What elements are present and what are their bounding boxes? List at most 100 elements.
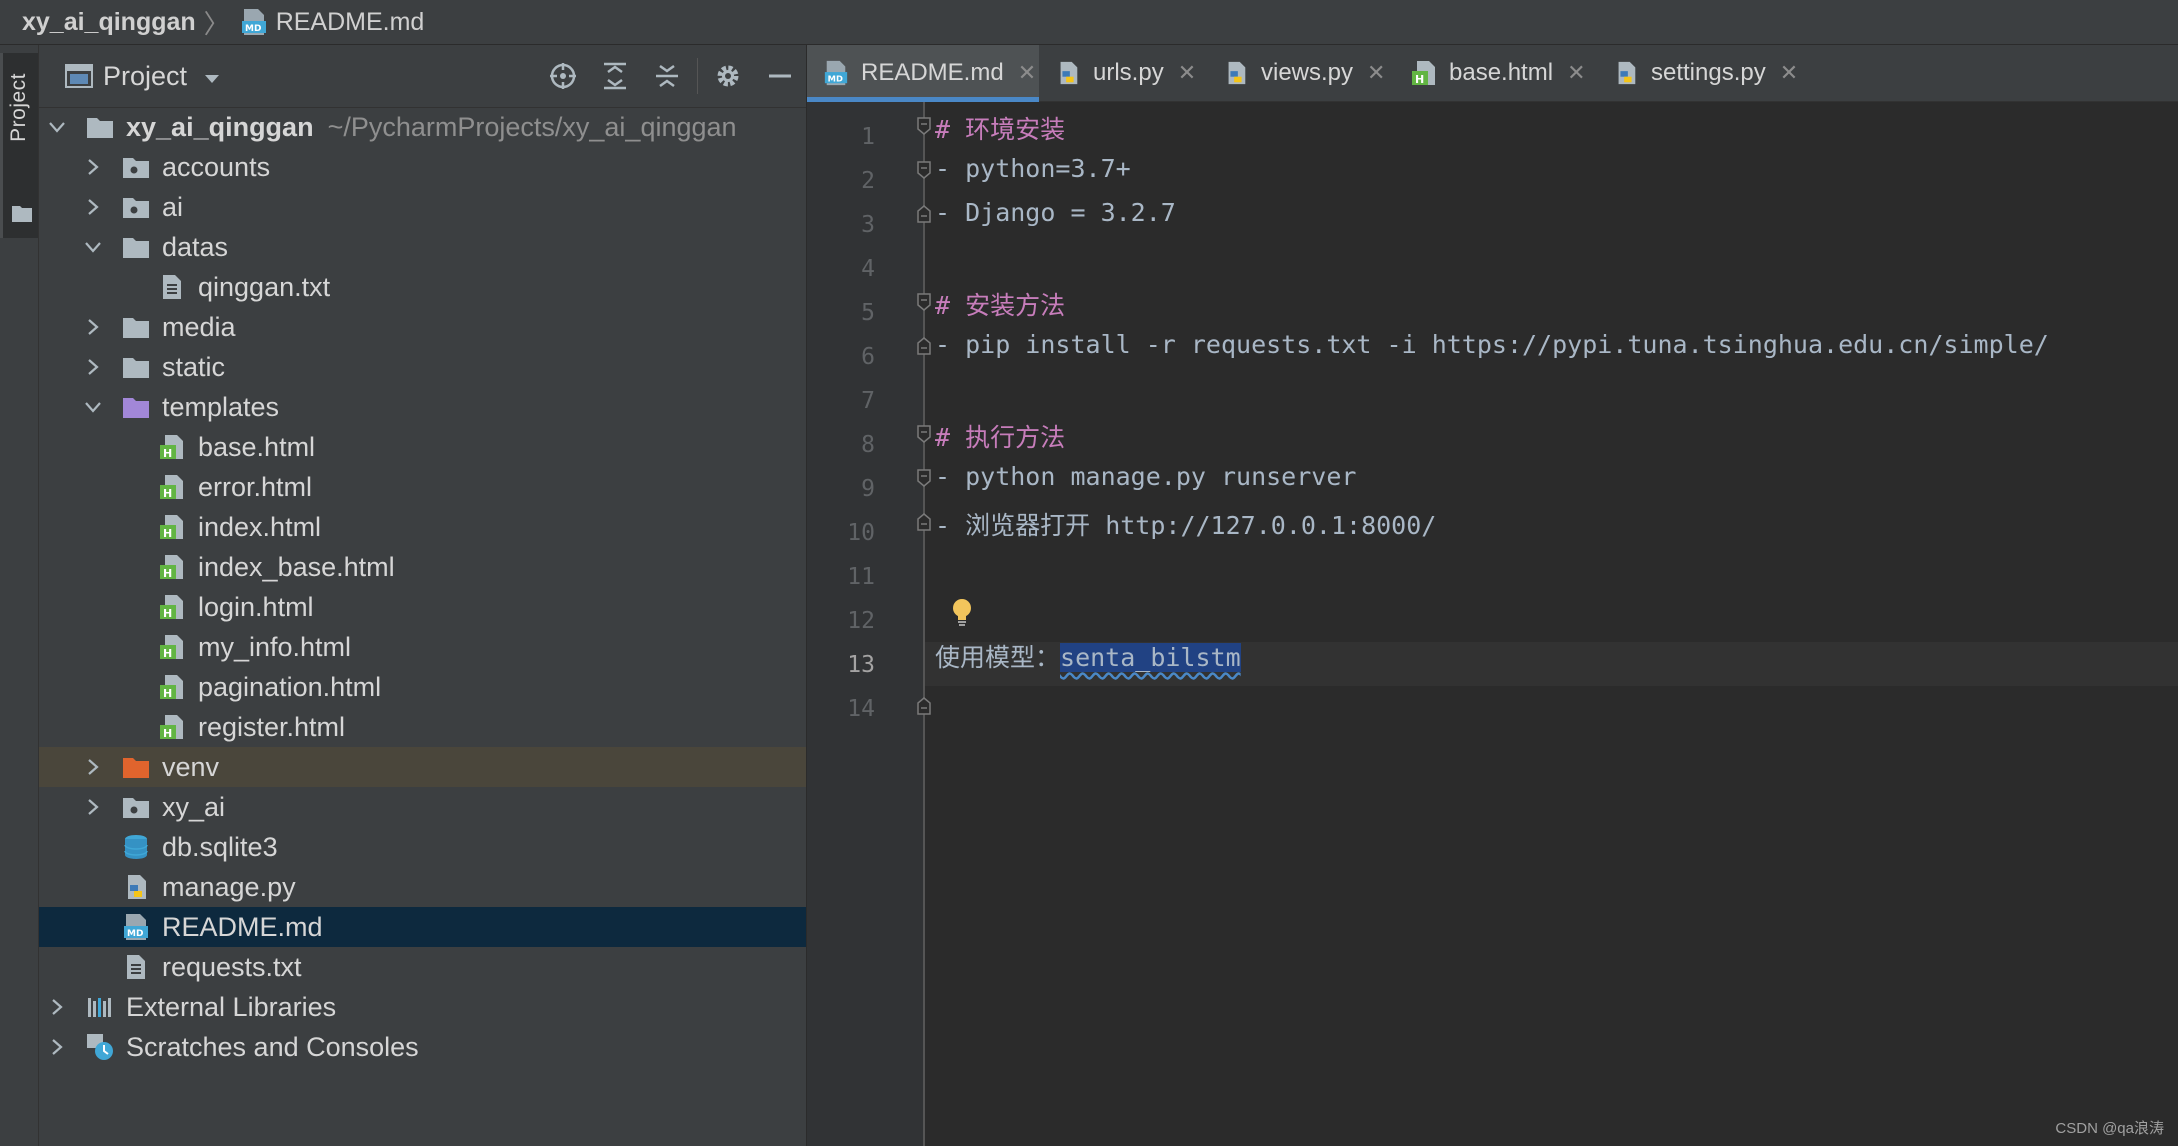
fold-marker-icon[interactable] bbox=[916, 293, 932, 311]
tree-label: qinggan.txt bbox=[198, 271, 331, 302]
markdown-file-icon: MD bbox=[241, 9, 266, 35]
chevron-right-icon[interactable] bbox=[83, 757, 103, 777]
expand-all-icon[interactable] bbox=[589, 45, 641, 107]
locate-file-icon[interactable] bbox=[537, 45, 589, 107]
lightbulb-icon[interactable] bbox=[949, 597, 975, 629]
folder-icon bbox=[121, 352, 151, 382]
close-icon[interactable]: ✕ bbox=[1018, 60, 1036, 86]
line-number: 10 bbox=[847, 520, 875, 546]
chevron-right-icon[interactable] bbox=[47, 1037, 67, 1057]
html-file-icon: H bbox=[157, 672, 187, 702]
tab-readme-md[interactable]: MD README.md ✕ bbox=[807, 45, 1039, 102]
close-icon[interactable]: ✕ bbox=[1178, 60, 1196, 86]
tree-label: manage.py bbox=[162, 871, 296, 902]
tree-node-external-libraries[interactable]: External Libraries bbox=[39, 987, 806, 1027]
tab-urls-py[interactable]: urls.py ✕ bbox=[1039, 45, 1196, 101]
tab-settings-py[interactable]: settings.py ✕ bbox=[1597, 45, 1798, 101]
tree-node-db-sqlite3[interactable]: db.sqlite3 bbox=[39, 827, 806, 867]
line-number: 3 bbox=[861, 212, 875, 238]
package-folder-icon bbox=[121, 792, 151, 822]
selected-text[interactable]: senta_bilstm bbox=[1060, 643, 1241, 672]
code-line-8[interactable]: # 执行方法 bbox=[935, 418, 1065, 454]
code-line-9[interactable]: - python manage.py runserver bbox=[935, 462, 1356, 491]
tree-node-media[interactable]: media bbox=[39, 307, 806, 347]
tree-node-my-info-html[interactable]: H my_info.html bbox=[39, 627, 806, 667]
tab-base-html[interactable]: H base.html ✕ bbox=[1395, 45, 1586, 101]
fold-end-icon[interactable] bbox=[916, 513, 932, 531]
tree-label: requests.txt bbox=[162, 951, 302, 982]
view-dropdown-icon[interactable] bbox=[203, 61, 221, 92]
chevron-right-icon[interactable] bbox=[83, 797, 103, 817]
tree-node-manage-py[interactable]: manage.py bbox=[39, 867, 806, 907]
tree-node-base-html[interactable]: H base.html bbox=[39, 427, 806, 467]
tree-node-pagination-html[interactable]: H pagination.html bbox=[39, 667, 806, 707]
markdown-file-icon: MD bbox=[823, 59, 849, 87]
editor-tabs: MD README.md ✕ urls.py ✕ views.py ✕ H ba… bbox=[807, 45, 2178, 102]
line-number-current: 13 bbox=[847, 652, 875, 678]
project-panel-title[interactable]: Project bbox=[103, 61, 187, 92]
tree-node-project-root[interactable]: xy_ai_qinggan ~/PycharmProjects/xy_ai_qin… bbox=[39, 107, 806, 147]
tree-node-index-base-html[interactable]: H index_base.html bbox=[39, 547, 806, 587]
tree-node-register-html[interactable]: H register.html bbox=[39, 707, 806, 747]
tree-node-login-html[interactable]: H login.html bbox=[39, 587, 806, 627]
tree-node-templates[interactable]: templates bbox=[39, 387, 806, 427]
chevron-right-icon[interactable] bbox=[47, 997, 67, 1017]
line-number: 8 bbox=[861, 432, 875, 458]
tree-node-venv[interactable]: venv bbox=[39, 747, 806, 787]
code-line-3[interactable]: - Django = 3.2.7 bbox=[935, 198, 1176, 227]
tree-node-datas[interactable]: datas bbox=[39, 227, 806, 267]
fold-marker-icon[interactable] bbox=[916, 469, 932, 487]
tree-node-accounts[interactable]: accounts bbox=[39, 147, 806, 187]
code-line-13[interactable]: 使用模型：senta_bilstm bbox=[935, 638, 1241, 674]
project-tool-button[interactable]: Project bbox=[0, 53, 38, 238]
fold-end-icon[interactable] bbox=[916, 697, 932, 715]
tab-views-py[interactable]: views.py ✕ bbox=[1207, 45, 1385, 101]
fold-marker-icon[interactable] bbox=[916, 117, 932, 135]
tree-node-scratches[interactable]: Scratches and Consoles bbox=[39, 1027, 806, 1067]
close-icon[interactable]: ✕ bbox=[1567, 60, 1585, 86]
html-file-icon: H bbox=[157, 592, 187, 622]
code-line-10[interactable]: - 浏览器打开 http://127.0.0.1:8000/ bbox=[935, 506, 1436, 542]
project-panel-header: Project bbox=[39, 45, 806, 108]
gear-icon[interactable] bbox=[702, 45, 754, 107]
chevron-right-icon[interactable] bbox=[83, 197, 103, 217]
tree-node-qinggan-txt[interactable]: qinggan.txt bbox=[39, 267, 806, 307]
chevron-right-icon[interactable] bbox=[83, 157, 103, 177]
code-line-1[interactable]: # 环境安装 bbox=[935, 110, 1065, 146]
chevron-down-icon[interactable] bbox=[83, 397, 103, 417]
tree-node-readme-md[interactable]: MD README.md bbox=[39, 907, 806, 947]
tree-node-xy-ai[interactable]: xy_ai bbox=[39, 787, 806, 827]
code-line-2[interactable]: - python=3.7+ bbox=[935, 154, 1131, 183]
chevron-right-icon[interactable] bbox=[83, 317, 103, 337]
breadcrumb-project[interactable]: xy_ai_qinggan bbox=[22, 8, 196, 37]
html-file-icon: H bbox=[157, 512, 187, 542]
tree-node-index-html[interactable]: H index.html bbox=[39, 507, 806, 547]
close-icon[interactable]: ✕ bbox=[1367, 60, 1385, 86]
chevron-right-icon[interactable] bbox=[83, 357, 103, 377]
collapse-all-icon[interactable] bbox=[641, 45, 693, 107]
tree-node-static[interactable]: static bbox=[39, 347, 806, 387]
tree-node-ai[interactable]: ai bbox=[39, 187, 806, 227]
line-number-gutter[interactable]: 1 2 3 4 5 6 7 8 9 10 11 12 13 14 bbox=[807, 102, 925, 1146]
close-icon[interactable]: ✕ bbox=[1780, 60, 1798, 86]
html-file-icon: H bbox=[157, 552, 187, 582]
tree-node-error-html[interactable]: H error.html bbox=[39, 467, 806, 507]
code-line-5[interactable]: # 安装方法 bbox=[935, 286, 1065, 322]
fold-marker-icon[interactable] bbox=[916, 161, 932, 179]
svg-text:H: H bbox=[163, 687, 172, 700]
fold-end-icon[interactable] bbox=[916, 337, 932, 355]
fold-end-icon[interactable] bbox=[916, 205, 932, 223]
tree-node-requests-txt[interactable]: requests.txt bbox=[39, 947, 806, 987]
svg-text:MD: MD bbox=[828, 73, 843, 83]
chevron-down-icon[interactable] bbox=[83, 237, 103, 257]
python-file-icon bbox=[1613, 59, 1639, 87]
hide-panel-icon[interactable] bbox=[754, 45, 806, 107]
breadcrumb-file[interactable]: MD README.md bbox=[240, 7, 424, 37]
fold-marker-icon[interactable] bbox=[916, 425, 932, 443]
code-line-6[interactable]: - pip install -r requests.txt -i https:/… bbox=[935, 330, 2049, 359]
chevron-down-icon[interactable] bbox=[47, 117, 67, 137]
toolbar-divider bbox=[697, 58, 698, 94]
svg-text:H: H bbox=[163, 527, 172, 540]
model-prefix: 使用模型： bbox=[935, 643, 1061, 672]
tree-label: accounts bbox=[162, 151, 271, 182]
